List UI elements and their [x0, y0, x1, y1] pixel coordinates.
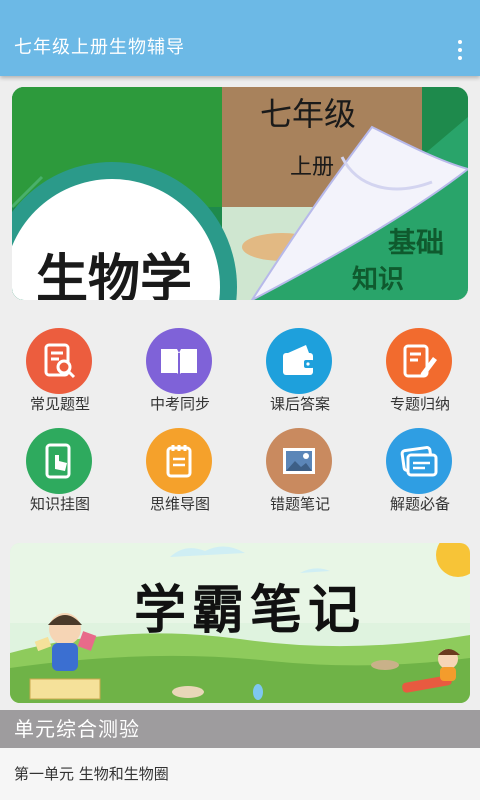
textbook-banner[interactable]: 七年级 上册 生物学 基础 知识	[12, 87, 468, 300]
menu-item-label: 解题必备	[389, 495, 450, 513]
menu-item-knowledge-charts[interactable]: 知识挂图	[0, 420, 120, 520]
note-pencil-icon	[386, 328, 452, 394]
menu-item-common-questions[interactable]: 常见题型	[0, 320, 120, 420]
menu-item-label: 常见题型	[29, 395, 90, 413]
app-title: 七年级上册生物辅导	[14, 37, 185, 58]
menu-item-label: 错题笔记	[269, 495, 330, 513]
image-frame-icon	[266, 428, 332, 494]
app-bar: 七年级上册生物辅导	[0, 0, 480, 76]
menu-item-mistake-notes[interactable]: 错题笔记	[240, 420, 360, 520]
more-vert-icon[interactable]	[452, 40, 468, 60]
document-search-icon	[26, 328, 92, 394]
cards-icon	[386, 428, 452, 494]
menu-item-label: 中考同步	[149, 395, 210, 413]
menu-item-exam-sync[interactable]: 中考同步	[120, 320, 240, 420]
study-notes-banner[interactable]: 学霸笔记	[10, 543, 470, 703]
banner-volume: 上册	[290, 155, 335, 180]
banner-subject: 生物学	[36, 249, 193, 300]
menu-item-topic-summary[interactable]: 专题归纳	[360, 320, 480, 420]
menu-item-label: 专题归纳	[389, 395, 450, 413]
wallet-icon	[266, 328, 332, 394]
menu-item-label: 思维导图	[149, 495, 210, 513]
list-item[interactable]: 第一单元 生物和生物圈	[0, 748, 480, 800]
section-title: 单元综合测验	[14, 717, 140, 741]
list-item-label: 第一单元 生物和生物圈	[14, 765, 169, 783]
banner-grade: 七年级	[260, 95, 357, 133]
open-book-icon	[146, 328, 212, 394]
tablet-hand-icon	[26, 428, 92, 494]
banner-tag-line2: 知识	[352, 265, 405, 295]
menu-item-homework-answers[interactable]: 课后答案	[240, 320, 360, 420]
section-header: 单元综合测验	[0, 710, 480, 748]
promo-title: 学霸笔记	[133, 581, 366, 641]
menu-item-solving-essentials[interactable]: 解题必备	[360, 420, 480, 520]
menu-item-label: 知识挂图	[29, 495, 90, 513]
notepad-icon	[146, 428, 212, 494]
banner-tag-line1: 基础	[388, 226, 445, 259]
menu-item-label: 课后答案	[269, 395, 330, 413]
menu-item-mind-map[interactable]: 思维导图	[120, 420, 240, 520]
